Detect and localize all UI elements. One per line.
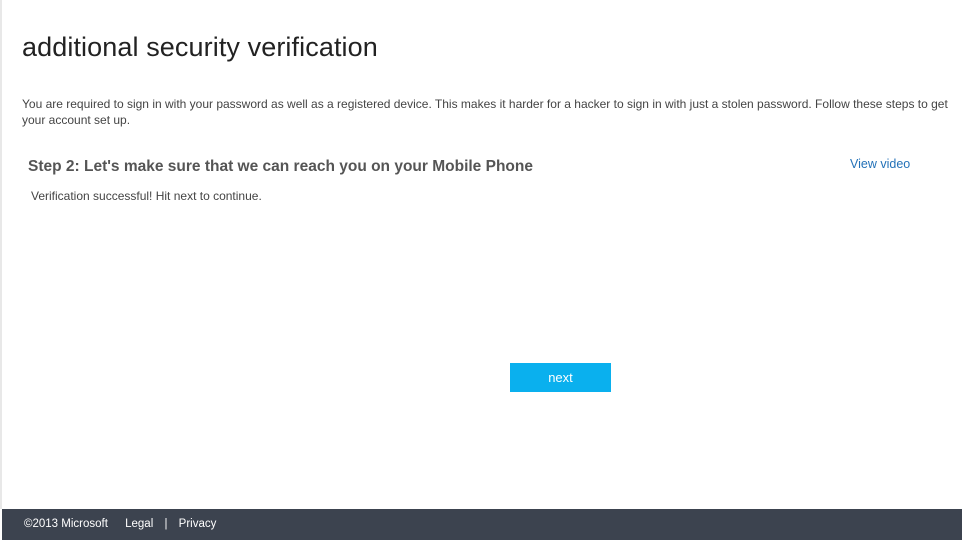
footer-separator: |: [164, 518, 168, 530]
next-button[interactable]: next: [510, 363, 611, 392]
step-heading: Step 2: Let's make sure that we can reac…: [28, 158, 533, 175]
legal-link[interactable]: Legal: [125, 518, 153, 530]
intro-text: You are required to sign in with your pa…: [22, 97, 948, 127]
footer-links: ©2013 Microsoft Legal | Privacy: [24, 518, 216, 530]
footer: ©2013 Microsoft Legal | Privacy: [2, 509, 962, 540]
page-title: additional security verification: [22, 32, 378, 62]
copyright-text: ©2013 Microsoft: [24, 518, 108, 530]
view-video-link[interactable]: View video: [850, 157, 910, 171]
page-left-border: [0, 0, 2, 509]
verification-status-message: Verification successful! Hit next to con…: [31, 189, 262, 203]
privacy-link[interactable]: Privacy: [179, 518, 217, 530]
